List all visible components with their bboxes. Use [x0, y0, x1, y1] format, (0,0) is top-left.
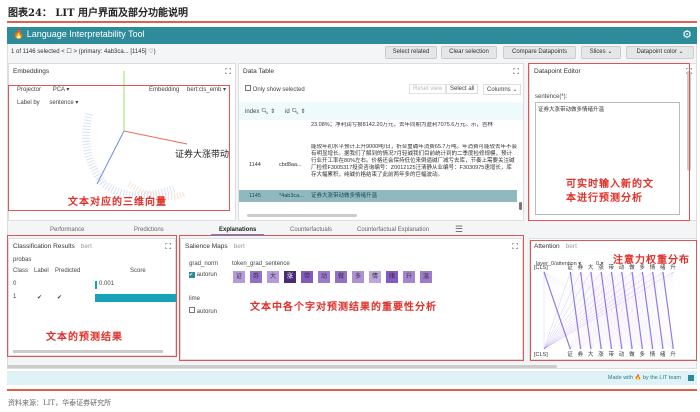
panel-title: Data Table	[243, 68, 274, 75]
compare-datapoints-button[interactable]: Compare Datapoints	[503, 46, 576, 59]
figure-source: 资料来源：LIT，华泰证券研究所	[8, 399, 112, 407]
table-header: index 🔍︎ ⇕ id 🔍︎ ⇕	[239, 102, 523, 120]
annotation-classification: 文本的预测结果	[46, 332, 123, 343]
annotation-attention: 注意力权重分布	[613, 255, 690, 266]
divider	[7, 389, 697, 391]
menu-icon[interactable]: ☰	[455, 224, 463, 235]
horizontal-scrollbar[interactable]	[7, 365, 557, 368]
data-table-panel: Data Table ⛶ Only show selected Reset vi…	[238, 63, 524, 221]
only-selected-label: Only show selected	[252, 87, 305, 93]
table-row[interactable]: 23.08%；净利润亏损8142.20万元，去年同期为盈利7075.6万元。示，…	[239, 122, 517, 144]
reset-view-button[interactable]: Reset view	[409, 84, 447, 94]
search-icon[interactable]: 🔍︎ ⇕	[290, 109, 305, 115]
search-icon[interactable]: 🔍︎ ⇕	[259, 109, 275, 115]
only-selected-checkbox[interactable]	[245, 85, 251, 91]
tab-predictions[interactable]: Predictions	[134, 227, 164, 233]
tab-explanations[interactable]: Explanations	[211, 227, 265, 235]
table-row[interactable]: 1144 cbd8aa... 能较年初水平预计上升9000吨/日，折合重碱年消费…	[239, 144, 517, 190]
slices-button[interactable]: Slices ⌄	[581, 46, 621, 59]
tab-performance[interactable]: Performance	[50, 227, 84, 233]
column-header-index[interactable]: index	[245, 109, 259, 115]
annotation-editor-1: 可实时输入新的文	[566, 179, 654, 190]
tab-counterfactuals[interactable]: Counterfactuals	[290, 227, 332, 233]
select-related-button[interactable]: Select related	[385, 46, 437, 59]
app-header: 🔥 Language Interpretability Tool ⚙	[7, 27, 697, 44]
app-title: Language Interpretability Tool	[26, 29, 145, 39]
footer: Made with 🔥 by the LIT team	[7, 371, 697, 385]
vertical-scrollbar[interactable]	[519, 202, 522, 210]
expand-icon[interactable]: ⛶	[513, 67, 519, 77]
annotation-salience: 文本中各个字对预测结果的重要性分析	[250, 302, 437, 313]
annotation-embeddings: 文本对应的三维向量	[68, 197, 167, 208]
annotation-editor-2: 本进行预测分析	[566, 193, 643, 204]
clear-selection-button[interactable]: Clear selection	[441, 46, 497, 59]
divider	[7, 21, 697, 23]
made-with-text: Made with 🔥 by the LIT team	[607, 375, 681, 381]
tab-counterfactual-explanation[interactable]: Counterfactual Explanation	[357, 227, 429, 233]
flame-icon: 🔥	[13, 29, 25, 39]
table-row-selected[interactable]: 1145 *4ab3ca... 证券大涨带动做多情绪升温	[239, 190, 517, 202]
columns-button[interactable]: Columns ⌄	[483, 84, 522, 95]
feedback-icon[interactable]	[688, 375, 694, 381]
select-all-button[interactable]: Select all	[446, 84, 479, 94]
horizontal-scrollbar[interactable]	[247, 214, 357, 217]
gear-icon[interactable]: ⚙	[682, 28, 692, 41]
figure-title: 图表24： LIT 用户界面及部分功能说明	[8, 8, 189, 19]
datapoint-color-button[interactable]: Datapoint color ⌄	[626, 46, 694, 59]
